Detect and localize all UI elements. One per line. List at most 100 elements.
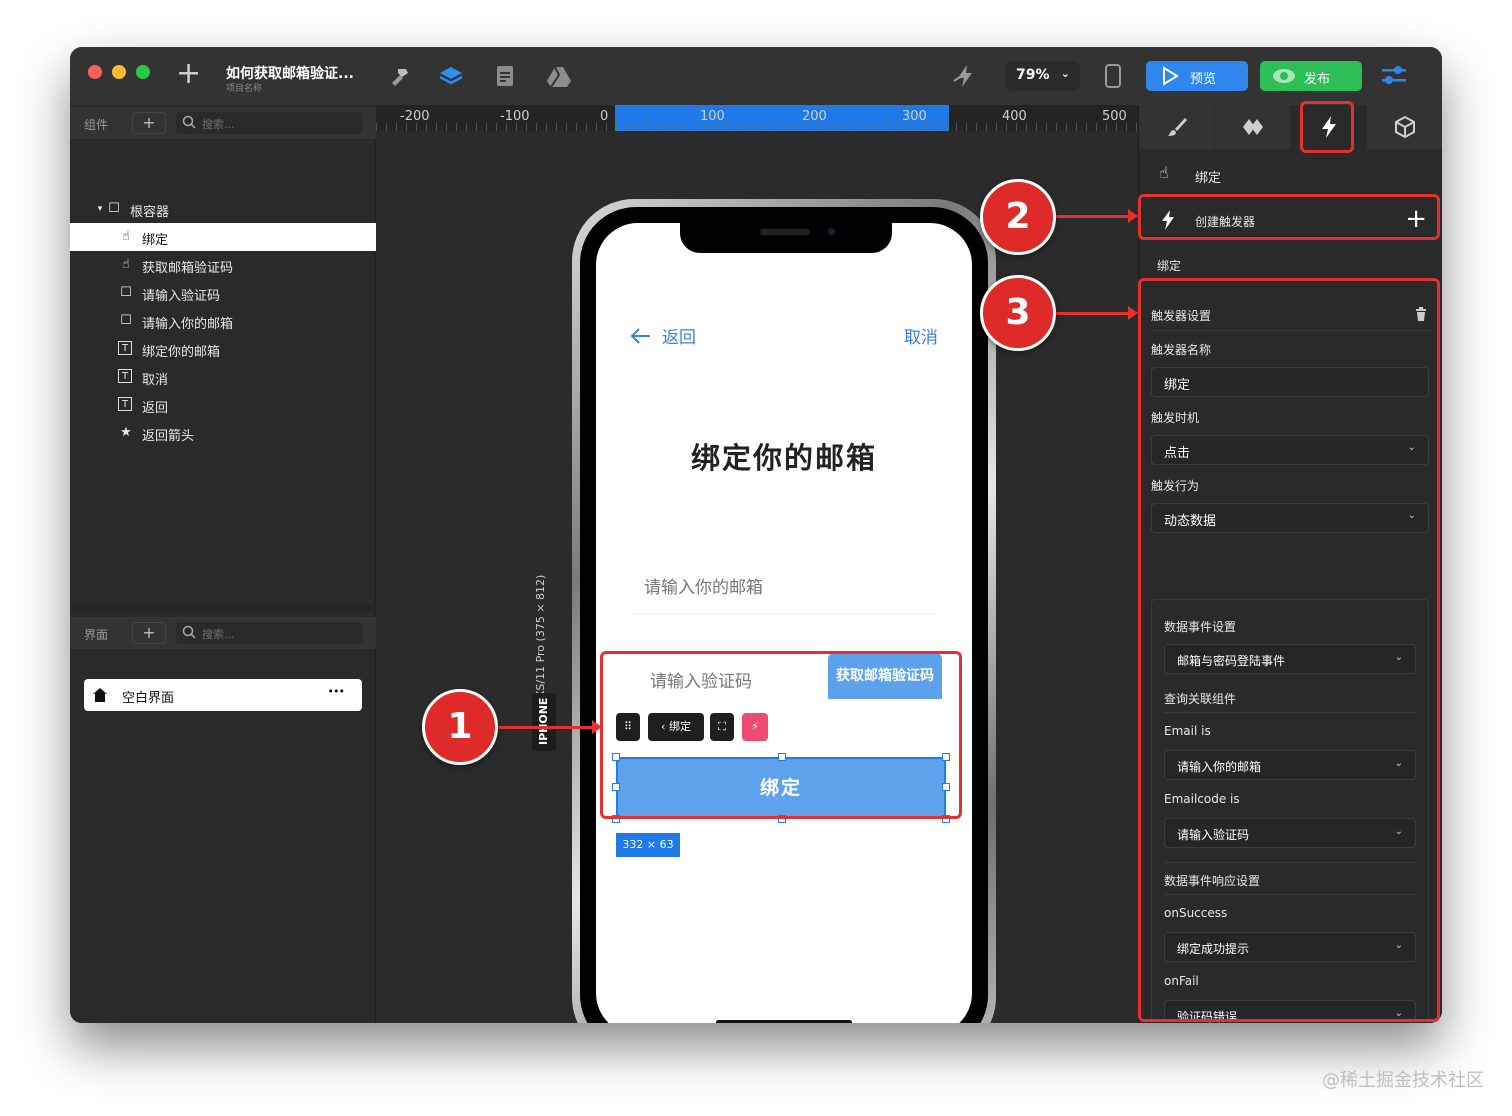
tab-components[interactable] [1215, 105, 1291, 149]
search-placeholder: 搜索... [202, 118, 235, 131]
annotation-box-interaction-tab [1300, 101, 1354, 153]
tree-item-back[interactable]: T 返回 [70, 391, 376, 419]
add-page-button[interactable]: + [132, 622, 166, 644]
size-badge: 332 × 63 [616, 833, 680, 857]
home-indicator [716, 1020, 852, 1023]
zoom-value: 79% [1016, 67, 1050, 83]
annotation-box-bind-button [600, 651, 962, 819]
email-underline [632, 613, 936, 614]
tree-item-bind[interactable]: ☝ 绑定 [70, 223, 376, 251]
tree-item-label: 返回 [142, 401, 169, 416]
close-window-button[interactable] [88, 65, 102, 79]
star-icon: ★ [120, 425, 132, 440]
back-arrow-icon [630, 328, 650, 344]
screen-title: 绑定你的邮箱 [690, 441, 877, 475]
hand-pointer-icon: ☝ [122, 229, 130, 244]
ruler-label: 0 [600, 109, 609, 124]
hand-pointer-icon: ☝ [122, 257, 130, 272]
publish-button[interactable]: 发布 [1260, 61, 1362, 91]
interaction-target-row: ☝ 绑定 [1139, 163, 1442, 191]
annotation-box-create-trigger [1138, 194, 1440, 240]
tree-item-cancel[interactable]: T 取消 [70, 363, 376, 391]
tab-plugins[interactable] [1367, 105, 1442, 149]
component-search-input[interactable]: 搜索... [176, 112, 362, 134]
square-icon: ☐ [120, 285, 132, 300]
text-icon: T [118, 341, 132, 355]
hammer-icon[interactable] [386, 63, 412, 89]
tree-item-title[interactable]: T 绑定你的邮箱 [70, 335, 376, 363]
project-subtitle: 项目名称 [226, 84, 263, 94]
pages-header: 界面 + 搜索... [70, 617, 376, 649]
cancel-link[interactable]: 取消 [904, 323, 938, 348]
sliders-icon[interactable] [1380, 63, 1408, 89]
ruler-label: 400 [1002, 109, 1027, 124]
email-input[interactable]: 请输入你的邮箱 [644, 573, 763, 598]
preview-label: 预览 [1190, 72, 1217, 87]
ruler-label: -200 [400, 109, 430, 124]
publish-label: 发布 [1304, 72, 1331, 87]
ruler-label: 200 [802, 109, 827, 124]
tree-item-code-input[interactable]: ☐ 请输入验证码 [70, 279, 376, 307]
ruler-label: 500 [1102, 109, 1127, 124]
zoom-select[interactable]: 79% ⌄ [1006, 61, 1080, 91]
page-search-input[interactable]: 搜索... [176, 622, 362, 644]
back-label: 返回 [662, 328, 696, 348]
tab-style[interactable] [1139, 105, 1215, 149]
tree-item-email-input[interactable]: ☐ 请输入你的邮箱 [70, 307, 376, 335]
annotation-marker-1: 1 [422, 689, 498, 765]
annotation-line-1 [496, 726, 592, 729]
bound-label-row: 绑定 [1139, 255, 1442, 277]
tree-item-back-arrow[interactable]: ★ 返回箭头 [70, 419, 376, 447]
tree-item-get-code[interactable]: ☝ 获取邮箱验证码 [70, 251, 376, 279]
phone-screen[interactable]: 返回 取消 绑定你的邮箱 请输入你的邮箱 请输入验证码 获取邮箱验证码 ⠿ ‹ … [596, 221, 972, 1023]
eye-icon [1273, 69, 1295, 83]
search-icon [182, 115, 196, 129]
document-icon[interactable] [492, 63, 518, 89]
preview-button[interactable]: 预览 [1146, 61, 1248, 91]
annotation-arrow-2 [1128, 209, 1138, 223]
components-label: 组件 [84, 118, 109, 132]
phone-device-icon[interactable] [1100, 63, 1126, 89]
annotation-arrow-1 [592, 720, 602, 734]
add-icon[interactable]: + [176, 59, 201, 89]
ruler-label: 100 [700, 109, 725, 124]
tree-item-label: 获取邮箱验证码 [142, 261, 234, 276]
bound-label: 绑定 [1157, 259, 1182, 273]
device-tag[interactable]: IPHONE [532, 693, 556, 751]
square-icon: ☐ [108, 201, 120, 216]
component-icon [1243, 119, 1263, 135]
maximize-window-button[interactable] [136, 65, 150, 79]
page-item-blank[interactable]: 空白界面 ••• [84, 679, 362, 711]
ruler-label: 300 [902, 109, 927, 124]
annotation-marker-2: 2 [980, 179, 1056, 255]
lightning-off-icon[interactable] [952, 63, 978, 89]
horizontal-ruler: -200 -100 0 100 200 300 400 500 [376, 105, 1138, 131]
square-icon: ☐ [120, 313, 132, 328]
tree-item-label: 绑定你的邮箱 [142, 345, 221, 360]
interaction-target-label: 绑定 [1195, 171, 1222, 186]
phone-notch [680, 221, 892, 253]
minimize-window-button[interactable] [112, 65, 126, 79]
add-component-button[interactable]: + [132, 112, 166, 134]
annotation-arrow-3 [1128, 306, 1138, 320]
title-bar: + 如何获取邮箱验证... 项目名称 79% ⌄ 预览 发布 [70, 47, 1442, 105]
speaker-grille [760, 229, 810, 235]
pages-label: 界面 [84, 628, 109, 642]
cube-icon [1395, 115, 1415, 139]
ruler-ticks [376, 123, 1138, 131]
more-icon[interactable]: ••• [328, 685, 345, 698]
project-title[interactable]: 如何获取邮箱验证... [226, 63, 354, 83]
tree-item-root[interactable]: ▾ ☐ 根容器 [70, 195, 376, 223]
tree-item-label: 请输入你的邮箱 [142, 317, 234, 332]
annotation-line-3 [1054, 312, 1128, 315]
layers-icon[interactable] [438, 63, 464, 89]
tree-item-label: 取消 [142, 373, 169, 388]
components-header: 组件 + 搜索... [70, 107, 376, 139]
panel-resize-handle[interactable] [70, 605, 376, 611]
search-placeholder: 搜索... [202, 628, 235, 641]
play-icon [1163, 66, 1179, 86]
back-link[interactable]: 返回 [630, 323, 696, 348]
drive-icon[interactable] [546, 63, 572, 89]
phone-frame: 返回 取消 绑定你的邮箱 请输入你的邮箱 请输入验证码 获取邮箱验证码 ⠿ ‹ … [572, 199, 996, 1023]
brush-icon [1168, 118, 1187, 136]
